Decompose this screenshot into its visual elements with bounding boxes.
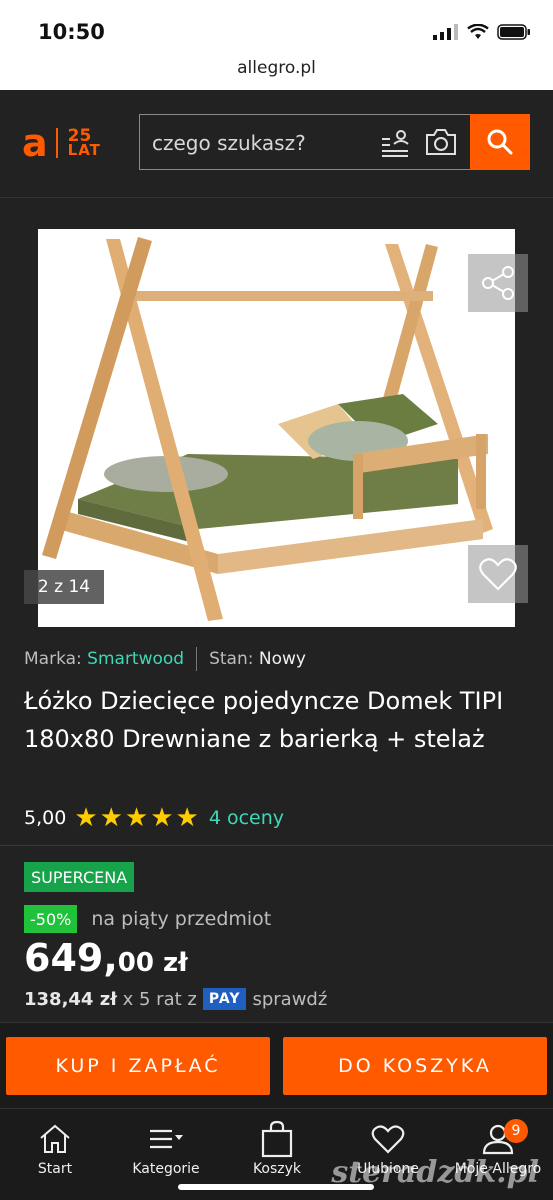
condition-label: Stan: (209, 649, 254, 669)
rating-value: 5,00 (24, 807, 67, 829)
search-button[interactable] (470, 114, 530, 170)
rating-stars-icon: ★★★★★ (74, 803, 201, 833)
discount-badge: -50% (24, 905, 78, 933)
logo-anniversary: 25 LAT (67, 128, 101, 159)
section-divider (0, 845, 553, 846)
price-main: 649, (24, 936, 118, 980)
supercena-badge: SUPERCENA (24, 862, 135, 892)
allegro-pay-badge: PAY (202, 988, 247, 1010)
rating-count-link[interactable]: 4 oceny (209, 807, 284, 829)
condition-value: Nowy (258, 649, 306, 669)
logo-letter: a (22, 121, 48, 165)
wifi-icon (467, 24, 489, 39)
allegro-logo[interactable]: a 25 LAT (22, 124, 101, 162)
bag-icon (261, 1120, 293, 1158)
product-title: Łóżko Dziecięce pojedyncze Domek TIPI 18… (24, 687, 504, 753)
nav-label-koszyk: Koszyk (252, 1161, 302, 1177)
nav-label-start: Start (37, 1161, 73, 1177)
heart-icon (479, 558, 517, 591)
installment-text: x 5 rat z (122, 988, 197, 1010)
nav-item-koszyk[interactable]: Koszyk (227, 1117, 327, 1177)
nav-item-kategorie[interactable]: Kategorie (116, 1117, 216, 1177)
installment-amount: 138,44 zł (24, 988, 117, 1010)
brand-label: Marka: (24, 649, 82, 669)
installment-check-link[interactable]: sprawdź (252, 989, 327, 1010)
buy-now-button[interactable]: KUP I ZAPŁAĆ (6, 1037, 270, 1095)
brand-link[interactable]: Smartwood (87, 649, 184, 669)
notification-badge: 9 (504, 1119, 528, 1143)
discount-text: na piąty przedmiot (91, 908, 272, 930)
logo-separator (55, 128, 58, 158)
signal-icon (433, 24, 458, 40)
logo-anniversary-text: LAT (67, 141, 101, 159)
menu-icon (150, 1129, 183, 1149)
search-placeholder: czego szukasz? (152, 131, 306, 155)
product-rating[interactable]: 5,00 ★★★★★ 4 oceny (24, 803, 284, 833)
nav-label-kategorie: Kategorie (132, 1161, 200, 1177)
home-icon (40, 1124, 70, 1153)
search-icon (487, 129, 513, 155)
search-input[interactable]: czego szukasz? (139, 114, 474, 170)
url-bar[interactable]: allegro.pl (0, 58, 553, 78)
share-icon (482, 266, 514, 300)
system-icons (433, 24, 531, 40)
tipi-bed-illustration (42, 237, 493, 621)
battery-icon (497, 24, 530, 40)
nav-item-start[interactable]: Start (5, 1117, 105, 1177)
installment-info: 138,44 zł x 5 rat z PAY sprawdź (24, 988, 327, 1010)
app-header: a 25 LAT czego szukasz? (0, 90, 553, 198)
share-button[interactable] (468, 254, 528, 312)
heart-nav-icon (371, 1125, 405, 1154)
camera-icon[interactable] (425, 128, 457, 156)
meta-divider (196, 647, 198, 671)
action-bar: KUP I ZAPŁAĆ DO KOSZYKA (0, 1022, 553, 1110)
price: 649,00 zł (24, 936, 188, 980)
add-to-cart-button[interactable]: DO KOSZYKA (283, 1037, 547, 1095)
gallery-counter: 2 z 14 (24, 570, 104, 604)
product-meta: Marka: Smartwood Stan: Nowy (24, 647, 306, 671)
promo-line: -50% na piąty przedmiot (24, 905, 271, 933)
home-indicator (178, 1184, 374, 1190)
status-bar: 10:50 allegro.pl (0, 0, 553, 90)
product-image[interactable] (38, 229, 515, 627)
price-cents: 00 zł (117, 948, 188, 978)
favorite-button[interactable] (468, 545, 528, 603)
search-options-icon[interactable] (380, 129, 410, 157)
status-time: 10:50 (38, 20, 105, 44)
